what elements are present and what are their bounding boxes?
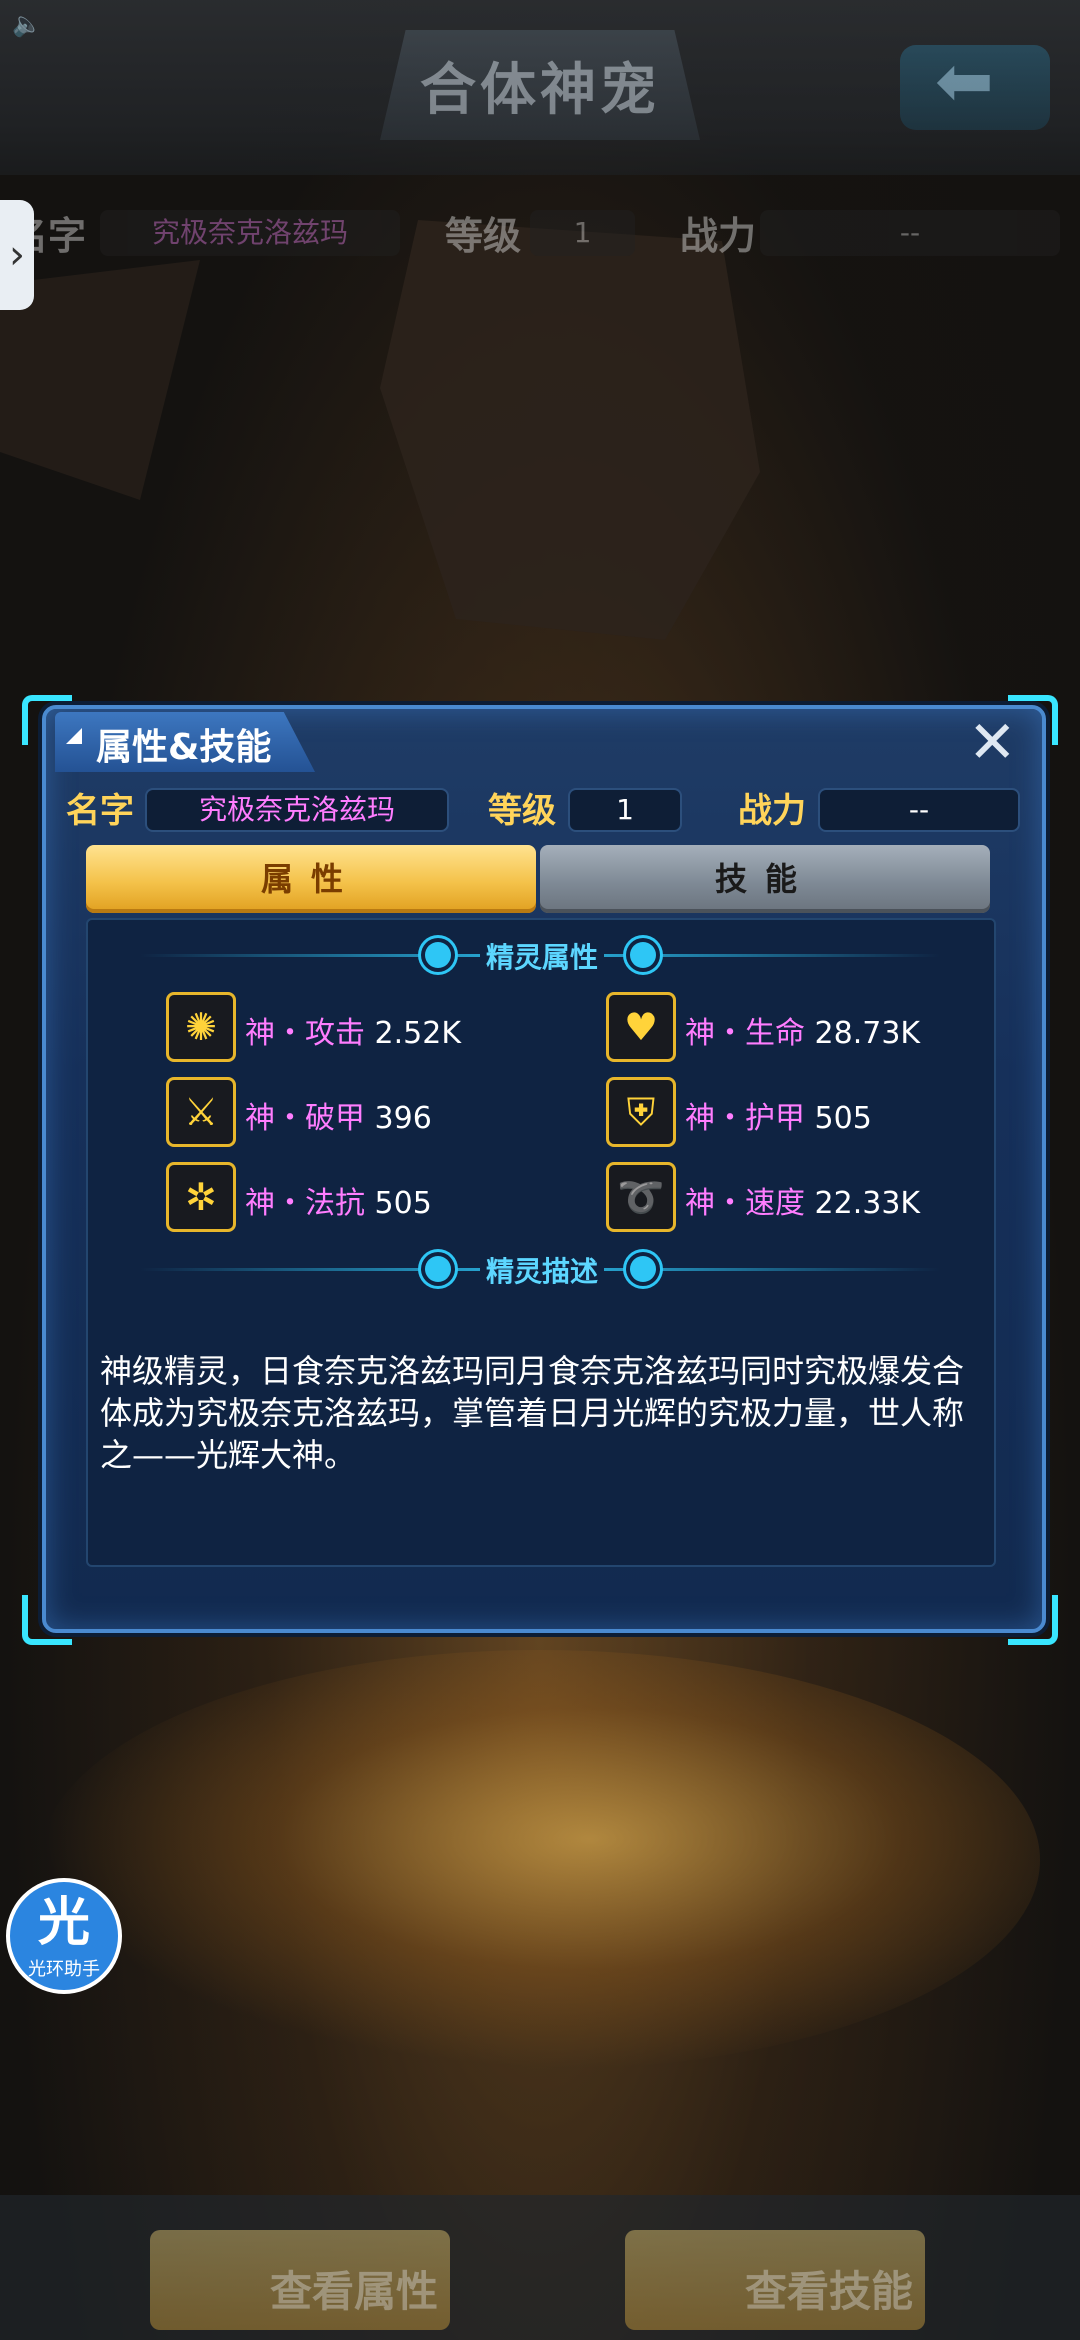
name-label: 名字 (66, 791, 134, 831)
stat-value-attack: 2.52K (374, 1016, 462, 1051)
stat-value-magic-resist: 505 (374, 1186, 432, 1221)
background-creature (380, 220, 760, 640)
corner-bracket-tr (1008, 695, 1058, 745)
dialog-title: 属性&技能 (96, 727, 272, 768)
attr-section-dot-left (425, 942, 451, 968)
attack-icon: ✺ (166, 992, 236, 1062)
background-swirl (40, 1650, 1040, 2070)
header-level-value: 1 (530, 210, 635, 256)
attr-section-dot-right (630, 942, 656, 968)
power-value: -- (818, 788, 1020, 832)
side-expand-tab[interactable]: › (0, 200, 34, 310)
stat-name-life: 神・生命 (685, 1016, 805, 1051)
armor-icon: ⛨ (606, 1077, 676, 1147)
stat-value-armor-break: 396 (374, 1101, 432, 1136)
stat-value-life: 28.73K (814, 1016, 921, 1051)
level-value: 1 (568, 788, 682, 832)
stat-name-attack: 神・攻击 (245, 1016, 365, 1051)
desc-section-dot-left (425, 1256, 451, 1282)
stat-value-speed: 22.33K (814, 1186, 921, 1221)
speed-icon: ➰ (606, 1162, 676, 1232)
tab-attributes[interactable]: 属性 (86, 845, 536, 913)
header-power-value: -- (760, 210, 1060, 256)
header-power-label: 战力 (680, 214, 757, 258)
speaker-icon[interactable]: 🔈 (12, 10, 42, 38)
name-value: 究极奈克洛兹玛 (145, 788, 449, 832)
life-icon: ♥ (606, 992, 676, 1062)
helper-label: 光环助手 (28, 1959, 100, 1980)
armor-break-icon: ⚔ (166, 1077, 236, 1147)
view-attributes-label: 查看属性 (270, 2267, 439, 2316)
pet-description: 神级精灵，日食奈克洛兹玛同月食奈克洛兹玛同时究极爆发合体成为究极奈克洛兹玛，掌管… (100, 1352, 965, 1474)
stat-name-magic-resist: 神・法抗 (245, 1186, 365, 1221)
tab-skills[interactable]: 技能 (540, 845, 990, 913)
view-skills-label: 查看技能 (745, 2267, 914, 2316)
power-label: 战力 (738, 791, 806, 831)
stat-name-armor: 神・护甲 (685, 1101, 805, 1136)
magic-resist-icon: ✲ (166, 1162, 236, 1232)
stat-value-armor: 505 (814, 1101, 872, 1136)
corner-bracket-br (1008, 1595, 1058, 1645)
stat-name-armor-break: 神・破甲 (245, 1101, 365, 1136)
corner-bracket-tl (22, 695, 72, 745)
page-title: 合体神宠 (420, 58, 660, 123)
header-level-label: 等级 (445, 214, 522, 258)
stat-name-speed: 神・速度 (685, 1186, 805, 1221)
attr-section-title: 精灵属性 (480, 936, 605, 976)
desc-section-dot-right (630, 1256, 656, 1282)
helper-glyph: 光 (37, 1893, 90, 1953)
back-arrow-icon: ⬅ (935, 40, 994, 122)
header-name-value: 究极奈克洛兹玛 (100, 210, 400, 256)
corner-bracket-bl (22, 1595, 72, 1645)
desc-section-title: 精灵描述 (480, 1250, 605, 1290)
level-label: 等级 (488, 791, 556, 831)
